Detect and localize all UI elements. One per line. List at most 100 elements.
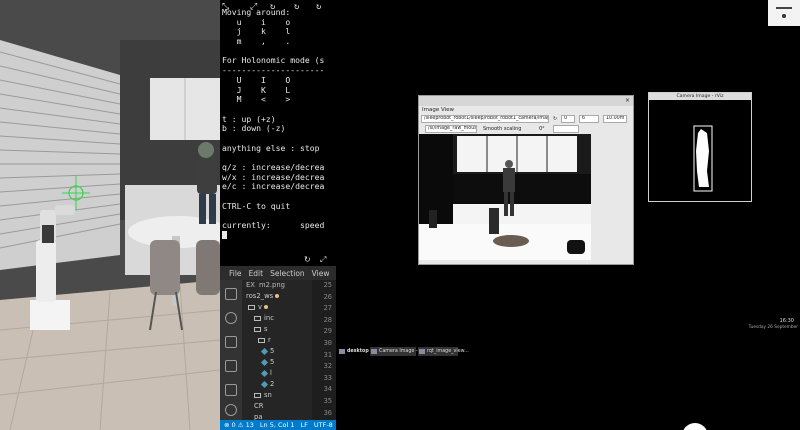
- line-number: 35: [323, 396, 332, 405]
- field-1[interactable]: 0: [561, 115, 575, 123]
- editor-tab-m2png[interactable]: m2.png: [259, 280, 285, 291]
- explorer-item-label: ros2_ws: [246, 292, 274, 300]
- menu-file[interactable]: File: [229, 269, 242, 278]
- explorer-item-label: sn: [264, 391, 272, 399]
- status-dot-icon: [782, 14, 786, 18]
- line-number: 33: [323, 373, 332, 382]
- source-control-icon[interactable]: [225, 336, 237, 348]
- terminal-line: m , .: [222, 36, 291, 47]
- folder-icon: [248, 304, 255, 310]
- terminal-line: anything else : stop: [222, 142, 320, 153]
- file-icon: [260, 380, 269, 388]
- terminal-line: M < >: [222, 94, 291, 105]
- status-position[interactable]: Ln 5, Col 1: [260, 421, 295, 429]
- modified-dot-icon: [275, 294, 280, 298]
- taskbar-camera-image[interactable]: Camera Image - r...: [370, 347, 425, 356]
- line-number: 25: [323, 281, 332, 289]
- run-debug-icon[interactable]: [225, 360, 237, 372]
- desktop-area: × Image View /sleeprobot_robot1/sleep/ro…: [336, 0, 800, 430]
- explorer-item[interactable]: v: [242, 302, 312, 313]
- taskbar-rqt-image-view[interactable]: rqt_image_view...: [418, 347, 469, 356]
- line-number: 30: [323, 338, 332, 347]
- taskbar-desktop-1[interactable]: desktop 1: [338, 347, 374, 356]
- folder-icon: [258, 337, 265, 343]
- menu-selection[interactable]: Selection: [270, 269, 305, 278]
- simulation-view[interactable]: [0, 0, 220, 430]
- explorer-item-label: v: [258, 303, 263, 311]
- desktop-corner-widget[interactable]: [768, 0, 800, 26]
- smooth-scaling-checkbox[interactable]: Smooth scaling: [483, 125, 521, 133]
- explorer-item-label: 5: [270, 358, 275, 366]
- explorer-item[interactable]: 2: [242, 379, 312, 390]
- search-icon[interactable]: [225, 312, 237, 324]
- expand-icon[interactable]: ⤢: [320, 255, 326, 265]
- image-view-titlebar: ×: [419, 96, 633, 106]
- explorer-item[interactable]: inc: [242, 313, 312, 324]
- camera-window-title: Camera Image - rViz: [649, 93, 751, 100]
- terminal-line: e/c : increase/decrea: [222, 181, 325, 192]
- line-number: 31: [323, 350, 332, 359]
- refresh-icon[interactable]: ↻: [553, 115, 557, 123]
- explorer-item-label: 2: [270, 380, 275, 388]
- line-number: 32: [323, 362, 332, 371]
- explorer-item-label: l: [270, 369, 272, 377]
- gear-icon[interactable]: [225, 404, 237, 416]
- image-view-window[interactable]: × Image View /sleeprobot_robot1/sleep/ro…: [418, 95, 634, 265]
- status-problems[interactable]: ⊗ 0 ⚠ 13: [224, 421, 254, 429]
- reload-icon[interactable]: ↻: [304, 255, 311, 264]
- clock-date: Tuesday 26 September: [748, 325, 798, 330]
- depth-mask-image: [649, 101, 751, 201]
- terminal-line: currently: speed: [222, 220, 325, 231]
- explorer-item[interactable]: 5: [242, 357, 312, 368]
- explorer-item-label: s: [264, 325, 268, 333]
- file-icon: [260, 347, 269, 355]
- close-icon[interactable]: ×: [625, 96, 630, 106]
- menu-bar-icon: [776, 7, 792, 9]
- image-view-options: /sl/image_raw_mouse_left Smooth scaling …: [419, 124, 633, 134]
- clock-time[interactable]: 16:30: [780, 318, 794, 324]
- camera-image-window[interactable]: Camera Image - rViz: [648, 92, 752, 202]
- explorer-item[interactable]: CR: [242, 401, 312, 412]
- extensions-icon[interactable]: [225, 384, 237, 396]
- line-number: 29: [323, 327, 332, 336]
- line-number: 36: [323, 408, 332, 417]
- menu-view[interactable]: View: [312, 269, 330, 278]
- explorer-panel: EX m2.png ros2_ws v inc s r 5 5 l 2 sn CR pa: [242, 280, 312, 421]
- zoom-field[interactable]: 10.00m: [603, 115, 627, 123]
- rotation-value[interactable]: 0°: [539, 125, 545, 133]
- camera-image[interactable]: [419, 134, 591, 260]
- explorer-item-label: 5: [270, 347, 275, 355]
- terminal-window[interactable]: ⤡ ⤢ ↻ ↻ ↻ Moving around: u i o j k l m ,…: [220, 0, 336, 254]
- status-eol[interactable]: LF: [301, 421, 308, 429]
- status-encoding[interactable]: UTF-8: [314, 421, 333, 429]
- rotation-dropdown[interactable]: [553, 125, 579, 133]
- explorer-item-label: r: [268, 336, 271, 344]
- line-number-gutter: 25 26 27 28 29 30 31 32 33 34 35 36: [312, 280, 336, 420]
- terminal-cursor: [222, 231, 227, 240]
- vscode-menubar: File Edit Selection View: [220, 266, 336, 280]
- image-view-toolbar: /sleeprobot_robot1/sleep/robot_robot1_ca…: [419, 114, 633, 124]
- explorer-item[interactable]: ros2_ws: [242, 291, 312, 302]
- terminal-line: CTRL-C to quit: [222, 200, 291, 211]
- dock-button[interactable]: [682, 423, 708, 430]
- mouse-topic-field[interactable]: /sl/image_raw_mouse_left: [425, 125, 477, 133]
- status-bar: ⊗ 0 ⚠ 13 Ln 5, Col 1 LF UTF-8: [220, 420, 336, 430]
- simulation-scene: [0, 0, 220, 430]
- explorer-item[interactable]: l: [242, 368, 312, 379]
- terminal-output[interactable]: Moving around: u i o j k l m , . For Holo…: [222, 7, 325, 241]
- field-2[interactable]: 6: [579, 115, 599, 123]
- terminal-line: b : down (-z): [222, 123, 286, 134]
- folder-icon: [254, 392, 261, 398]
- vscode-window[interactable]: ↻ ⤢ File Edit Selection View EX m2.png r…: [220, 254, 336, 430]
- file-icon: [260, 358, 269, 366]
- explorer-icon[interactable]: [225, 288, 237, 300]
- modified-dot-icon: [264, 305, 269, 309]
- explorer-item-label: CR: [254, 402, 264, 410]
- explorer-item[interactable]: r: [242, 335, 312, 346]
- explorer-item[interactable]: s: [242, 324, 312, 335]
- explorer-item[interactable]: sn: [242, 390, 312, 401]
- explorer-header: EX m2.png: [242, 280, 312, 291]
- menu-edit[interactable]: Edit: [249, 269, 264, 278]
- topic-dropdown[interactable]: /sleeprobot_robot1/sleep/robot_robot1_ca…: [421, 115, 549, 123]
- explorer-item[interactable]: 5: [242, 346, 312, 357]
